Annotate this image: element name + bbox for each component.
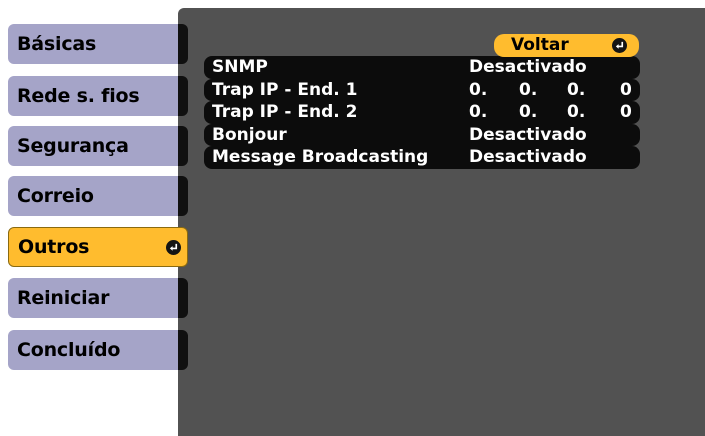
enter-return-icon	[612, 38, 627, 53]
setting-row-trap-ip-2[interactable]: Trap IP - End. 2 0. 0. 0. 0	[204, 101, 640, 124]
ip-octet-1: 0.	[469, 102, 488, 122]
menu-tab-edge	[178, 330, 188, 370]
menu-tab-edge	[178, 278, 188, 318]
setting-label: Trap IP - End. 1	[212, 79, 358, 100]
setting-row-message-broadcasting[interactable]: Message Broadcasting Desactivado	[204, 146, 640, 169]
setting-label: Bonjour	[212, 124, 287, 145]
menu-item-label: Reiniciar	[17, 287, 110, 309]
ip-octet-3: 0.	[567, 102, 586, 122]
setting-value: Desactivado	[469, 124, 587, 145]
ip-octet-2: 0.	[519, 79, 538, 100]
back-button[interactable]: Voltar	[494, 34, 639, 57]
menu-item-basicas[interactable]: Básicas	[8, 24, 180, 64]
menu-item-correio[interactable]: Correio	[8, 176, 180, 216]
enter-return-icon	[166, 240, 181, 255]
ip-octet-3: 0.	[567, 79, 586, 100]
setting-row-bonjour[interactable]: Bonjour Desactivado	[204, 123, 640, 146]
setting-label: Trap IP - End. 2	[212, 102, 358, 122]
menu-item-outros[interactable]: Outros	[8, 227, 188, 267]
menu-item-reiniciar[interactable]: Reiniciar	[8, 278, 180, 318]
setting-label: Message Broadcasting	[212, 147, 429, 167]
menu-item-label: Outros	[18, 236, 90, 258]
ip-octet-4: 0	[620, 102, 632, 122]
setting-row-snmp[interactable]: SNMP Desactivado	[204, 56, 640, 79]
ip-octet-1: 0.	[469, 79, 488, 100]
setting-value: Desactivado	[469, 57, 587, 77]
setting-value: Desactivado	[469, 147, 587, 167]
ip-octet-2: 0.	[519, 102, 538, 122]
menu-item-concluido[interactable]: Concluído	[8, 330, 180, 370]
ip-octet-4: 0	[620, 79, 632, 100]
menu-tab-edge	[178, 176, 188, 216]
menu-item-label: Rede s. fios	[17, 85, 140, 107]
menu-tab-edge	[178, 126, 188, 166]
setting-label: SNMP	[212, 57, 268, 77]
menu-item-label: Concluído	[17, 339, 121, 361]
menu-item-rede-sem-fios[interactable]: Rede s. fios	[8, 76, 180, 116]
menu-tab-edge	[178, 24, 188, 64]
menu-item-label: Básicas	[17, 33, 97, 55]
menu-tab-edge	[178, 76, 188, 116]
menu-item-label: Segurança	[17, 135, 129, 157]
setting-row-trap-ip-1[interactable]: Trap IP - End. 1 0. 0. 0. 0	[204, 78, 640, 101]
menu-item-label: Correio	[17, 185, 94, 207]
settings-list: SNMP Desactivado Trap IP - End. 1 0. 0. …	[204, 56, 640, 169]
back-button-label: Voltar	[511, 35, 569, 55]
menu-item-seguranca[interactable]: Segurança	[8, 126, 180, 166]
